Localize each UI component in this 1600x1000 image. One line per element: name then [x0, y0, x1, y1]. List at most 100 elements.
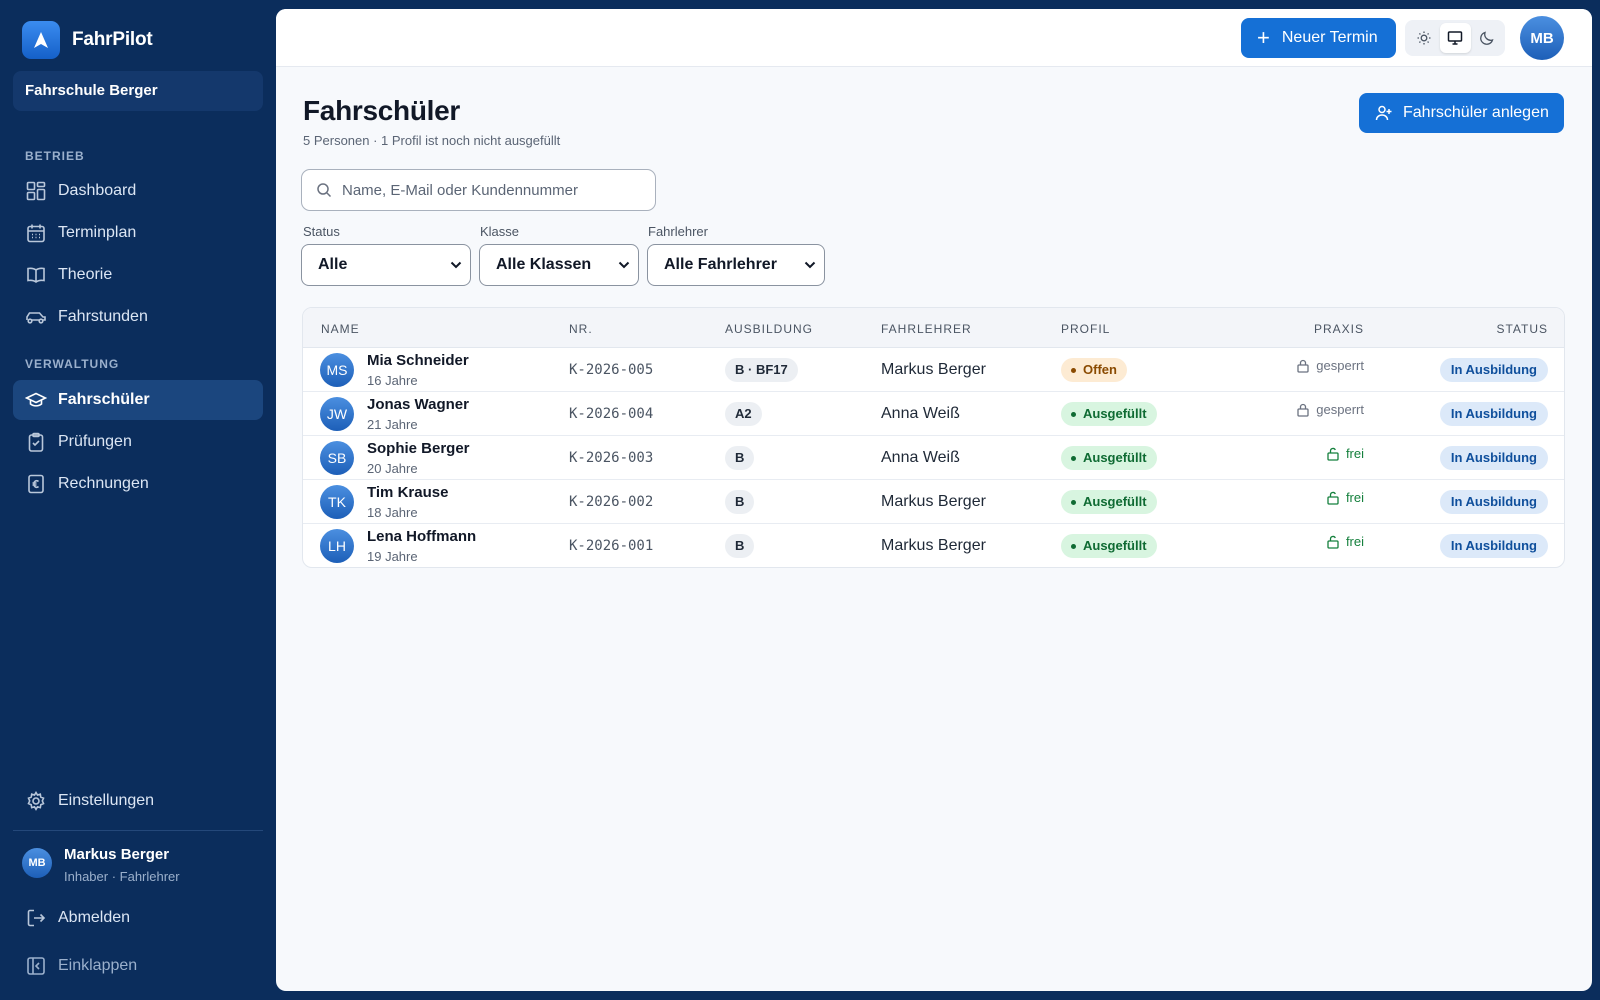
school-switcher[interactable]: Fahrschule Berger: [13, 71, 263, 111]
new-appointment-button[interactable]: + Neuer Termin: [1241, 18, 1396, 58]
search-icon: [316, 182, 332, 198]
instructor-name: Markus Berger: [881, 361, 986, 378]
sidebar-item-label: Theorie: [58, 266, 113, 283]
collapse-sidebar-icon: [25, 955, 47, 977]
student-name[interactable]: Lena Hoffmann: [367, 528, 476, 545]
student-avatar: LH: [320, 529, 354, 563]
sidebar-item-pruefungen[interactable]: Prüfungen: [13, 422, 263, 462]
chevron-down-icon: [450, 261, 462, 269]
column-header-profil[interactable]: PROFIL: [1061, 322, 1110, 336]
student-avatar: JW: [320, 397, 354, 431]
profile-status-badge: Ausgefüllt: [1061, 490, 1157, 514]
column-header-nr[interactable]: NR.: [569, 322, 593, 336]
app-name: FahrPilot: [72, 29, 153, 50]
user-avatar[interactable]: MB: [1520, 16, 1564, 60]
license-class-badge: B: [725, 446, 755, 470]
topbar: + Neuer Termin MB: [276, 9, 1592, 67]
sidebar-item-terminplan[interactable]: Terminplan: [13, 213, 263, 253]
settings-label: Einstellungen: [58, 792, 155, 809]
lock-icon: [1296, 403, 1316, 417]
sidebar-item-label: Fahrstunden: [58, 308, 148, 325]
practice-status-label: frei: [1345, 490, 1364, 505]
column-header-fahrlehrer[interactable]: FAHRLEHRER: [881, 322, 972, 336]
profile-status-badge: Ausgefüllt: [1061, 534, 1157, 558]
student-avatar: TK: [320, 485, 354, 519]
sidebar-item-dashboard[interactable]: Dashboard: [13, 171, 263, 211]
graduation-cap-icon: [25, 389, 47, 411]
sidebar-divider: [13, 830, 263, 831]
student-name[interactable]: Mia Schneider: [367, 352, 469, 369]
car-icon: [25, 306, 47, 328]
table-row[interactable]: SB Sophie Berger 20 Jahre K-2026-003 B A…: [303, 436, 1564, 480]
brand[interactable]: FahrPilot: [22, 21, 153, 59]
filter-status-select[interactable]: Alle: [301, 244, 471, 286]
column-header-praxis[interactable]: PRAXIS: [1314, 322, 1364, 336]
sidebar: FahrPilot Fahrschule Berger BETRIEB Dash…: [0, 0, 276, 1000]
logout-button[interactable]: Abmelden: [13, 898, 263, 938]
sidebar-user[interactable]: MB Markus Berger Inhaber · Fahrlehrer: [22, 846, 180, 884]
student-name[interactable]: Jonas Wagner: [367, 396, 469, 413]
license-class-badge: B: [725, 534, 755, 558]
add-student-button[interactable]: Fahrschüler anlegen: [1359, 93, 1564, 133]
lock-icon: [1296, 359, 1316, 373]
column-header-ausbildung[interactable]: AUSBILDUNG: [725, 322, 813, 336]
sidebar-item-rechnungen[interactable]: Rechnungen: [13, 464, 263, 504]
status-badge: In Ausbildung: [1439, 402, 1548, 426]
filter-status-value: Alle: [318, 256, 348, 273]
instructor-name: Markus Berger: [881, 493, 986, 510]
license-class-badge: B · BF17: [725, 358, 798, 382]
logout-label: Abmelden: [58, 909, 131, 926]
user-name: Markus Berger: [64, 846, 170, 863]
calendar-icon: [25, 222, 47, 244]
student-number: K-2026-002: [569, 494, 654, 510]
clipboard-check-icon: [25, 431, 47, 453]
student-age: 20 Jahre: [367, 461, 418, 476]
student-age: 21 Jahre: [367, 417, 418, 432]
user-role: Inhaber · Fahrlehrer: [64, 869, 180, 884]
euro-receipt-icon: [25, 473, 47, 495]
sidebar-item-fahrschueler[interactable]: Fahrschüler: [13, 380, 263, 420]
section-betrieb: BETRIEB: [25, 149, 85, 163]
sidebar-item-theorie[interactable]: Theorie: [13, 255, 263, 295]
section-verwaltung: VERWALTUNG: [25, 357, 120, 371]
student-name[interactable]: Sophie Berger: [367, 440, 470, 457]
page-title: Fahrschüler: [303, 95, 460, 126]
practice-status-label: gesperrt: [1316, 358, 1364, 373]
filter-class-label: Klasse: [480, 224, 520, 239]
practice-status-label: frei: [1345, 446, 1364, 461]
filter-status-label: Status: [303, 224, 340, 239]
table-row[interactable]: TK Tim Krause 18 Jahre K-2026-002 B Mark…: [303, 480, 1564, 524]
book-icon: [25, 264, 47, 286]
table-row[interactable]: MS Mia Schneider 16 Jahre K-2026-005 B ·…: [303, 348, 1564, 392]
column-header-name[interactable]: NAME: [321, 322, 360, 336]
license-class-badge: A2: [725, 402, 762, 426]
sidebar-item-fahrstunden[interactable]: Fahrstunden: [13, 297, 263, 337]
profile-status-badge: Ausgefüllt: [1061, 446, 1157, 470]
status-badge: In Ausbildung: [1439, 358, 1548, 382]
table-row[interactable]: LH Lena Hoffmann 19 Jahre K-2026-001 B M…: [303, 524, 1564, 567]
student-name[interactable]: Tim Krause: [367, 484, 448, 501]
license-class-badge: B: [725, 490, 755, 514]
search-input[interactable]: Name, E-Mail oder Kundennummer: [301, 169, 656, 211]
sidebar-item-label: Terminplan: [58, 224, 137, 241]
new-appointment-label: Neuer Termin: [1281, 29, 1378, 46]
sidebar-item-label: Rechnungen: [58, 475, 149, 492]
gear-icon: [25, 790, 47, 812]
practice-status: frei: [1326, 534, 1364, 549]
theme-dark-button[interactable]: [1471, 23, 1502, 53]
theme-system-button[interactable]: [1439, 23, 1471, 53]
practice-status: gesperrt: [1296, 358, 1364, 373]
sidebar-item-einstellungen[interactable]: Einstellungen: [13, 781, 263, 821]
students-table: NAME NR. AUSBILDUNG FAHRLEHRER PROFIL PR…: [302, 307, 1565, 568]
logout-icon: [25, 907, 47, 929]
filter-class-select[interactable]: Alle Klassen: [479, 244, 639, 286]
filter-instructor-select[interactable]: Alle Fahrlehrer: [647, 244, 825, 286]
add-student-label: Fahrschüler anlegen: [1403, 104, 1549, 121]
plus-icon: +: [1257, 25, 1270, 50]
unlock-icon: [1326, 535, 1346, 549]
table-row[interactable]: JW Jonas Wagner 21 Jahre K-2026-004 A2 A…: [303, 392, 1564, 436]
collapse-button[interactable]: Einklappen: [13, 946, 263, 986]
column-header-status[interactable]: STATUS: [1496, 322, 1548, 336]
student-avatar: SB: [320, 441, 354, 475]
theme-light-button[interactable]: [1408, 23, 1439, 53]
